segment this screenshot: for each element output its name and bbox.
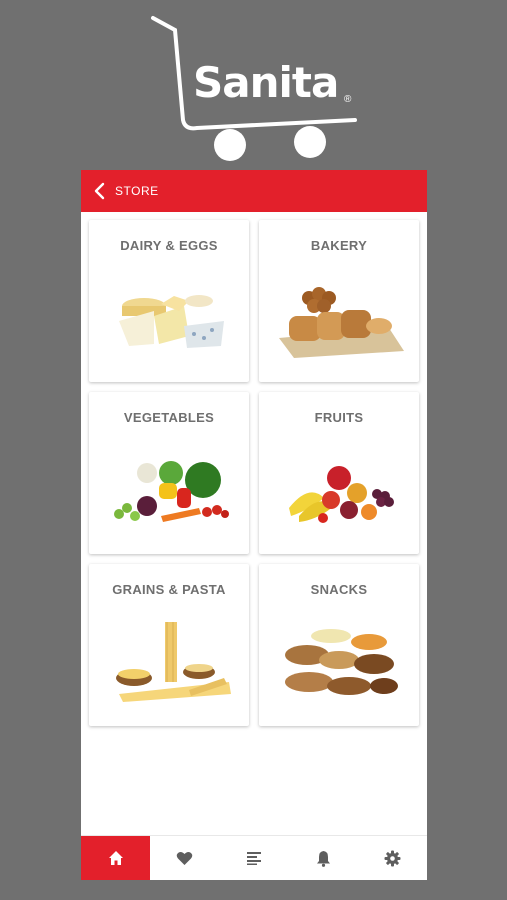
category-card-vegetables[interactable]: VEGETABLES: [89, 392, 249, 554]
category-label: GRAINS & PASTA: [112, 582, 226, 597]
category-label: VEGETABLES: [123, 410, 215, 425]
category-label: SNACKS: [310, 582, 368, 597]
category-card-fruits[interactable]: FRUITS: [259, 392, 419, 554]
brand-logo: Sanita ®: [0, 0, 507, 170]
category-label: FRUITS: [314, 410, 364, 425]
back-button[interactable]: [85, 170, 115, 212]
vegetables-image: [114, 461, 229, 522]
bell-icon: [316, 850, 330, 867]
bakery-image: [279, 287, 404, 358]
list-icon: [247, 852, 261, 865]
nav-list[interactable]: [219, 836, 288, 880]
nav-favorites[interactable]: [150, 836, 219, 880]
page-title: STORE: [115, 184, 159, 198]
registered-mark: ®: [344, 94, 352, 105]
nav-settings[interactable]: [358, 836, 427, 880]
home-icon: [108, 851, 123, 865]
category-label: DAIRY & EGGS: [120, 238, 218, 253]
chevron-left-icon: [94, 182, 105, 200]
fruits-image: [289, 466, 394, 523]
dairy-image: [119, 295, 224, 348]
snacks-image: [285, 629, 398, 695]
bottom-nav: [81, 835, 427, 880]
category-label: BAKERY: [310, 238, 368, 253]
logo-text: Sanita: [193, 58, 339, 107]
heart-icon: [177, 851, 193, 865]
app-screen: STORE DAIRY & EGGS BAKERY VEGETABLES FRU…: [81, 170, 427, 880]
category-card-bakery[interactable]: BAKERY: [259, 220, 419, 382]
category-card-dairy-eggs[interactable]: DAIRY & EGGS: [89, 220, 249, 382]
category-card-snacks[interactable]: SNACKS: [259, 564, 419, 726]
grains-pasta-image: [116, 622, 231, 702]
gear-icon: [384, 850, 401, 866]
nav-notifications[interactable]: [289, 836, 358, 880]
app-header: STORE: [81, 170, 427, 212]
category-card-grains-pasta[interactable]: GRAINS & PASTA: [89, 564, 249, 726]
nav-home[interactable]: [81, 836, 151, 880]
